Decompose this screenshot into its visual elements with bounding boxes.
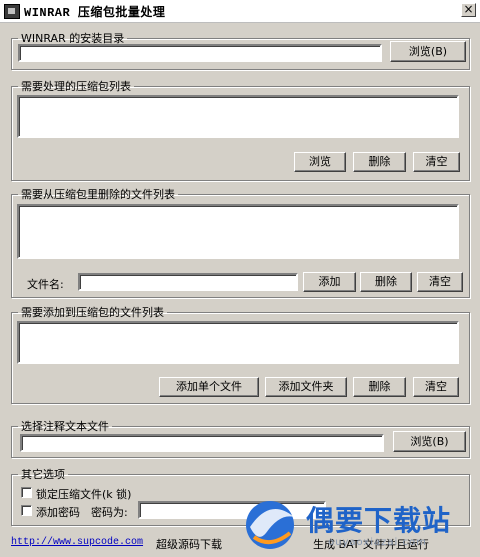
lock-archive-label: 锁定压缩文件(k 锁)	[36, 488, 132, 501]
archive-listbox[interactable]	[17, 95, 459, 138]
filename-label: 文件名:	[27, 278, 64, 291]
remove-delete-button[interactable]: 删除	[360, 272, 412, 292]
app-icon	[4, 4, 20, 19]
password-field-label: 密码为:	[91, 506, 128, 519]
add-password-label: 添加密码	[36, 506, 80, 519]
watermark-text: 偶要下载站	[306, 504, 452, 537]
watermark-url: ouyaoxiazai.com	[328, 537, 427, 548]
archive-list-legend: 需要处理的压缩包列表	[21, 80, 131, 93]
remove-clear-button[interactable]: 清空	[417, 272, 463, 292]
watermark-logo: 偶要下载站 ouyaoxiazai.com	[236, 493, 480, 557]
winrar-browse-button[interactable]: 浏览(B)	[390, 41, 466, 62]
close-button[interactable]: ×	[461, 3, 476, 17]
filename-input[interactable]	[78, 273, 298, 291]
add-delete-button[interactable]: 删除	[353, 377, 406, 397]
other-options-legend: 其它选项	[21, 468, 65, 481]
add-files-listbox[interactable]	[17, 321, 459, 364]
comment-legend: 选择注释文本文件	[21, 420, 109, 433]
title-bar: WINRAR 压缩包批量处理 ×	[0, 0, 480, 23]
add-single-file-button[interactable]: 添加单个文件	[159, 377, 259, 397]
remove-files-listbox[interactable]	[17, 204, 459, 259]
archive-clear-button[interactable]: 清空	[413, 152, 460, 172]
archive-delete-button[interactable]: 删除	[353, 152, 406, 172]
supcode-link[interactable]: http://www.supcode.com	[11, 537, 143, 548]
watermark-globe-icon	[246, 501, 294, 549]
window-title: WINRAR 压缩包批量处理	[24, 6, 166, 20]
download-label: 超级源码下载	[156, 538, 222, 551]
add-files-legend: 需要添加到压缩包的文件列表	[21, 306, 164, 319]
remove-files-legend: 需要从压缩包里删除的文件列表	[21, 188, 175, 201]
add-folder-button[interactable]: 添加文件夹	[265, 377, 347, 397]
comment-input[interactable]	[20, 434, 384, 452]
add-password-checkbox[interactable]	[21, 505, 32, 516]
winrar-dir-input[interactable]	[18, 44, 382, 62]
remove-add-button[interactable]: 添加	[303, 272, 356, 292]
lock-archive-checkbox[interactable]	[21, 487, 32, 498]
archive-browse-button[interactable]: 浏览	[294, 152, 346, 172]
comment-browse-button[interactable]: 浏览(B)	[393, 431, 466, 452]
add-clear-button[interactable]: 清空	[413, 377, 459, 397]
